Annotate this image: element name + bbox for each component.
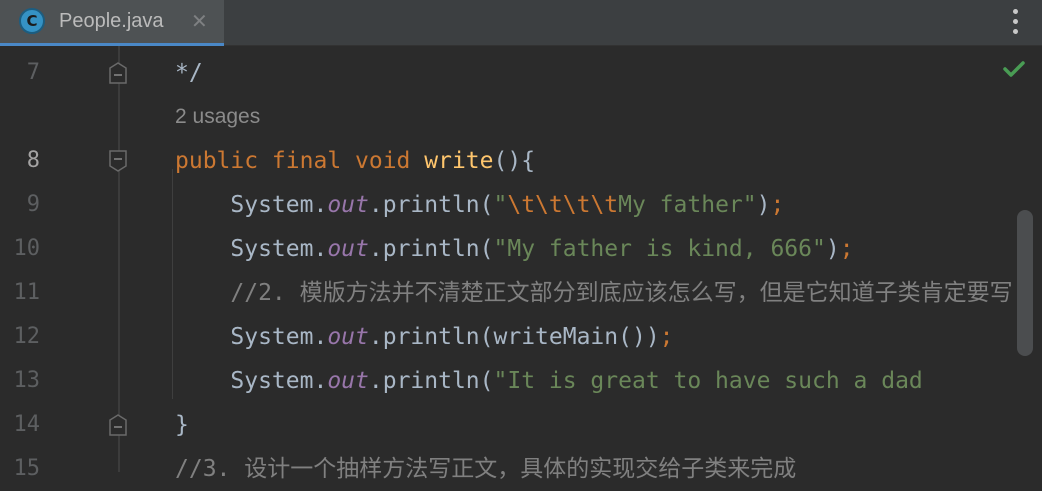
static-field: out xyxy=(327,324,369,350)
identifier: System. xyxy=(175,324,328,350)
method-call: .println( xyxy=(368,192,494,218)
code-line: 9 System.out.println("\t\t\t\tMy father"… xyxy=(0,183,1042,227)
code-text: System.out.println("\t\t\t\tMy father"); xyxy=(175,183,784,227)
tab-people-java[interactable]: C People.java ✕ xyxy=(0,0,224,46)
code-line: 7 */ xyxy=(0,51,1042,95)
code-text: public final void write(){ xyxy=(175,139,535,183)
code-text: System.out.println("It is great to have … xyxy=(175,359,923,403)
method-name: write xyxy=(424,148,494,174)
close-icon[interactable]: ✕ xyxy=(191,9,208,33)
comment: //3. 设计一个抽样方法写正文，具体的实现交给子类来完成 xyxy=(175,456,797,482)
tab-label: People.java xyxy=(59,10,164,32)
paren: ) xyxy=(756,192,771,218)
line-number: 10 xyxy=(13,236,41,261)
code-editor[interactable]: 7 */ 2 usages 8 public final void write(… xyxy=(0,46,1042,482)
code-line: 14 } xyxy=(0,403,1042,447)
semicolon: ; xyxy=(839,236,854,262)
fold-start-icon[interactable] xyxy=(109,150,127,172)
line-number: 7 xyxy=(26,60,40,85)
code-line: 13 System.out.println("It is great to ha… xyxy=(0,359,1042,403)
string-literal: "My father is kind, 666" xyxy=(493,236,826,262)
string-literal: My father" xyxy=(618,192,757,218)
fold-end-icon[interactable] xyxy=(109,414,127,436)
usages-hint[interactable]: 2 usages xyxy=(175,95,260,139)
code-text: */ xyxy=(175,60,203,86)
code-line: 10 System.out.println("My father is kind… xyxy=(0,227,1042,271)
code-text: System.out.println(writeMain()); xyxy=(175,315,674,359)
line-number: 8 xyxy=(26,148,40,173)
line-number: 15 xyxy=(13,456,41,481)
string-literal: "It is great to have such a dad xyxy=(493,368,923,394)
java-class-icon: C xyxy=(19,8,45,34)
editor-tab-bar: C People.java ✕ xyxy=(0,0,1042,46)
punctuation: (){ xyxy=(493,148,536,174)
code-line: 12 System.out.println(writeMain()); xyxy=(0,315,1042,359)
identifier: System. xyxy=(175,236,328,262)
identifier: System. xyxy=(175,368,328,394)
code-line: 11 //2. 模版方法并不清楚正文部分到底应该怎么写，但是它知道子类肯定要写 xyxy=(0,271,1042,315)
vertical-scrollbar[interactable] xyxy=(1017,210,1033,356)
method-call: .println( xyxy=(368,236,494,262)
line-number: 13 xyxy=(13,368,41,393)
method-call: .println( xyxy=(368,368,494,394)
line-number: 12 xyxy=(13,324,41,349)
keyword: public final void xyxy=(175,148,425,174)
method-call: .println(writeMain()) xyxy=(368,324,660,350)
code-vision-hint: 2 usages xyxy=(0,95,1042,139)
fold-end-icon[interactable] xyxy=(109,62,127,84)
string-quote: " xyxy=(493,192,508,218)
static-field: out xyxy=(327,236,369,262)
semicolon: ; xyxy=(659,324,674,350)
escape-sequences: \t\t\t\t xyxy=(507,192,619,218)
code-line: 8 public final void write(){ xyxy=(0,139,1042,183)
line-number: 11 xyxy=(13,280,41,305)
code-text: } xyxy=(175,412,189,438)
code-line: 15 //3. 设计一个抽样方法写正文，具体的实现交给子类来完成 xyxy=(0,447,1042,491)
identifier: System. xyxy=(175,192,328,218)
static-field: out xyxy=(327,368,369,394)
comment: //2. 模版方法并不清楚正文部分到底应该怎么写，但是它知道子类肯定要写 xyxy=(175,280,1013,306)
code-text: System.out.println("My father is kind, 6… xyxy=(175,227,854,271)
check-icon[interactable] xyxy=(1003,60,1025,78)
semicolon: ; xyxy=(770,192,785,218)
static-field: out xyxy=(327,192,369,218)
more-options-icon[interactable] xyxy=(1005,7,1025,37)
paren: ) xyxy=(825,236,840,262)
line-number: 14 xyxy=(13,412,41,437)
line-number: 9 xyxy=(26,192,40,217)
